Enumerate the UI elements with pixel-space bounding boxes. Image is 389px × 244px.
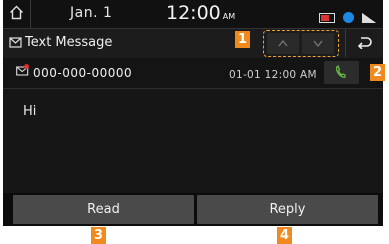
action-bar: Read Reply <box>3 193 383 226</box>
message-text: Hi <box>23 104 37 119</box>
new-message-icon <box>16 64 29 76</box>
message-nav-group <box>263 30 339 57</box>
signal-icon <box>362 12 376 23</box>
back-arrow-icon <box>357 37 372 49</box>
bluetooth-icon <box>342 12 354 23</box>
read-button[interactable]: Read <box>13 195 194 224</box>
message-body: Hi <box>3 89 383 193</box>
status-ampm: AM <box>222 12 236 21</box>
home-icon <box>10 5 23 20</box>
callout-3: 3 <box>91 227 106 244</box>
next-message-button[interactable] <box>302 33 334 54</box>
back-button[interactable] <box>345 29 383 57</box>
page-title: Text Message <box>25 35 113 50</box>
status-icons <box>316 7 376 23</box>
phone-icon <box>335 65 346 78</box>
message-timestamp: 01-01 12:00 AM <box>229 69 317 81</box>
chevron-down-icon <box>313 40 323 48</box>
callout-1: 1 <box>235 31 250 48</box>
callout-4: 4 <box>277 227 292 244</box>
chevron-up-icon <box>278 39 288 47</box>
status-bar: Jan. 1 12:00 AM <box>3 0 383 28</box>
sender-number: 000-000-00000 <box>33 66 133 80</box>
status-date: Jan. 1 <box>70 5 113 21</box>
sender-row: 000-000-00000 01-01 12:00 AM <box>3 58 383 89</box>
message-icon <box>9 37 22 48</box>
reply-button[interactable]: Reply <box>197 195 378 224</box>
status-time: 12:00 <box>166 2 221 24</box>
status-clock: 12:00 AM <box>166 2 235 24</box>
home-button[interactable] <box>3 0 31 28</box>
battery-icon <box>318 12 335 23</box>
previous-message-button[interactable] <box>267 33 299 54</box>
title-bar: Text Message <box>3 28 383 59</box>
callout-2: 2 <box>370 64 385 81</box>
call-button[interactable] <box>324 61 359 84</box>
screen: Jan. 1 12:00 AM Text Message 000-000-000… <box>3 0 383 226</box>
